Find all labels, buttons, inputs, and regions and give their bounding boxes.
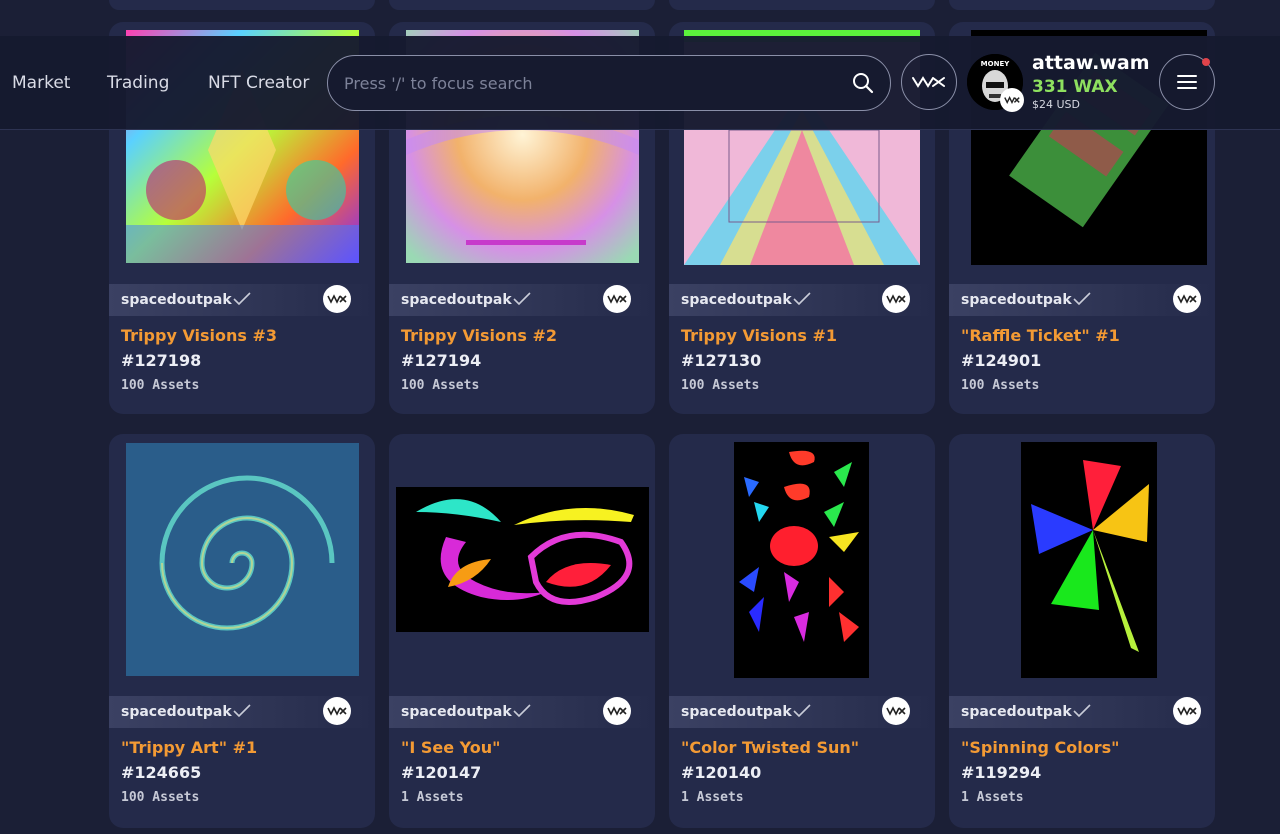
avatar-text: MONEY <box>981 60 1011 68</box>
search-input[interactable] <box>344 56 834 110</box>
nft-number: #127130 <box>681 351 762 370</box>
asset-count: 1 Assets <box>401 790 464 805</box>
wax-logo-icon <box>323 697 351 725</box>
nav-market[interactable]: Market <box>12 73 70 93</box>
search-icon[interactable] <box>852 72 874 94</box>
usd-balance: $24 USD <box>1032 98 1080 111</box>
nft-card[interactable]: spacedoutpak "Color Twisted Sun" #120140… <box>669 434 935 828</box>
asset-count: 100 Assets <box>121 378 200 393</box>
wax-button[interactable] <box>901 54 957 110</box>
verified-check-icon <box>793 704 811 718</box>
creator-name[interactable]: spacedoutpak <box>681 704 792 720</box>
nav-nft-creator[interactable]: NFT Creator <box>208 73 309 93</box>
nft-image[interactable] <box>734 442 869 678</box>
nav-trading[interactable]: Trading <box>107 73 169 93</box>
asset-count: 100 Assets <box>961 378 1040 393</box>
wax-logo-icon <box>323 285 351 313</box>
nft-title[interactable]: Trippy Visions #1 <box>681 326 837 345</box>
creator-name[interactable]: spacedoutpak <box>681 292 792 308</box>
nft-number: #124901 <box>961 351 1042 370</box>
creator-name[interactable]: spacedoutpak <box>401 704 512 720</box>
creator-name[interactable]: spacedoutpak <box>961 292 1072 308</box>
verified-check-icon <box>1073 704 1091 718</box>
nft-number: #127194 <box>401 351 482 370</box>
wax-logo-icon <box>882 697 910 725</box>
verified-check-icon <box>233 704 251 718</box>
wax-logo-icon <box>1173 285 1201 313</box>
card-stub <box>949 0 1215 10</box>
top-navbar: Market Trading NFT Creator MONEY attaw.w… <box>0 36 1280 130</box>
wax-balance: 331 WAX <box>1032 77 1118 97</box>
nft-title[interactable]: "Spinning Colors" <box>961 738 1119 757</box>
wax-logo-icon <box>912 76 945 88</box>
card-stub <box>109 0 375 10</box>
card-stub <box>669 0 935 10</box>
creator-name[interactable]: spacedoutpak <box>961 704 1072 720</box>
asset-count: 100 Assets <box>121 790 200 805</box>
card-stub <box>389 0 655 10</box>
wax-logo-icon <box>1173 697 1201 725</box>
nft-number: #127198 <box>121 351 202 370</box>
asset-count: 1 Assets <box>961 790 1024 805</box>
hamburger-menu-icon <box>1177 75 1197 89</box>
nft-image[interactable] <box>126 443 359 676</box>
nft-title[interactable]: "Trippy Art" #1 <box>121 738 257 757</box>
nft-title[interactable]: "I See You" <box>401 738 501 757</box>
account-name[interactable]: attaw.wam <box>1032 52 1150 74</box>
wax-logo-icon <box>882 285 910 313</box>
nft-number: #119294 <box>961 763 1042 782</box>
asset-count: 100 Assets <box>401 378 480 393</box>
verified-check-icon <box>513 704 531 718</box>
search-bar[interactable] <box>327 55 891 111</box>
nft-title[interactable]: "Color Twisted Sun" <box>681 738 859 757</box>
wax-logo-icon <box>603 697 631 725</box>
nft-number: #120147 <box>401 763 482 782</box>
verified-check-icon <box>793 292 811 306</box>
nft-title[interactable]: Trippy Visions #2 <box>401 326 557 345</box>
nft-number: #120140 <box>681 763 762 782</box>
verified-check-icon <box>233 292 251 306</box>
asset-count: 1 Assets <box>681 790 744 805</box>
nft-title[interactable]: "Raffle Ticket" #1 <box>961 326 1120 345</box>
nft-card[interactable]: spacedoutpak "Trippy Art" #1 #124665 100… <box>109 434 375 828</box>
verified-check-icon <box>1073 292 1091 306</box>
nft-image[interactable] <box>396 487 649 632</box>
nft-image[interactable] <box>1021 442 1157 678</box>
nft-title[interactable]: Trippy Visions #3 <box>121 326 277 345</box>
wax-wallet-icon <box>1000 88 1024 112</box>
creator-name[interactable]: spacedoutpak <box>121 704 232 720</box>
creator-name[interactable]: spacedoutpak <box>121 292 232 308</box>
creator-name[interactable]: spacedoutpak <box>401 292 512 308</box>
nft-card[interactable]: spacedoutpak "Spinning Colors" #119294 1… <box>949 434 1215 828</box>
asset-count: 100 Assets <box>681 378 760 393</box>
wax-logo-icon <box>603 285 631 313</box>
nft-number: #124665 <box>121 763 202 782</box>
verified-check-icon <box>513 292 531 306</box>
nft-card[interactable]: spacedoutpak "I See You" #120147 1 Asset… <box>389 434 655 828</box>
notification-dot <box>1202 58 1210 66</box>
